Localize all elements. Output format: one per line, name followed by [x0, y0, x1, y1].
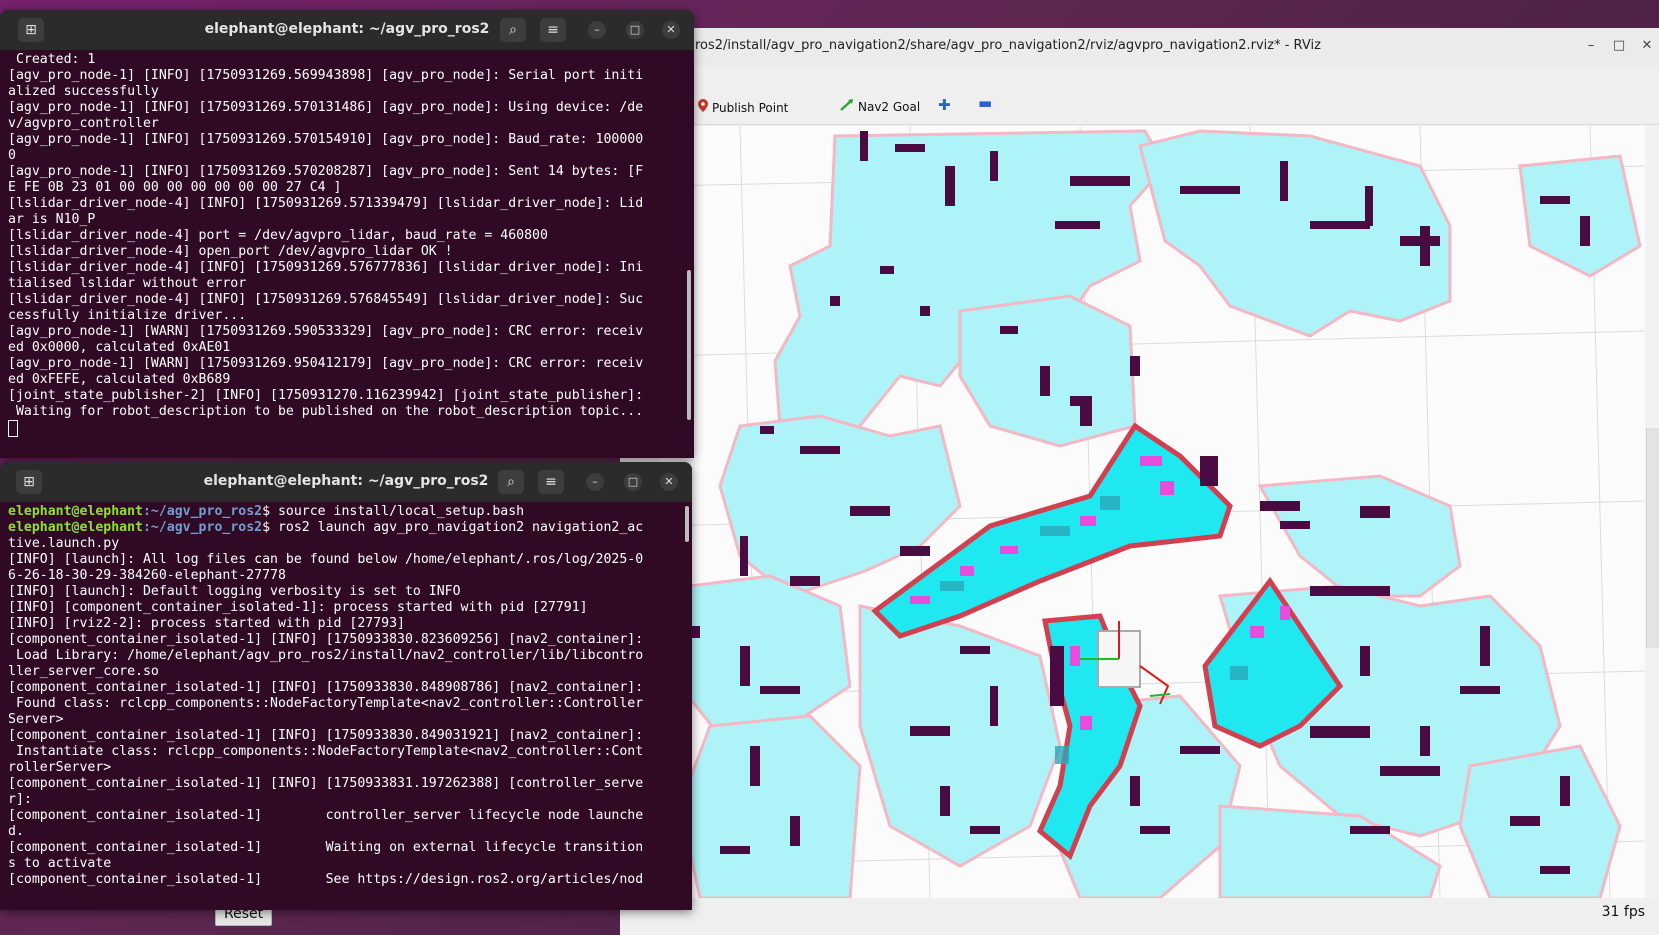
- nav2-goal-tool[interactable]: Nav2 Goal: [840, 99, 920, 114]
- terminal-line: ar is N10_P: [8, 212, 96, 227]
- terminal-line: [agv_pro_node-1] [INFO] [1750931269.5699…: [8, 68, 644, 83]
- terminal-line: tialised lslidar without error: [8, 276, 247, 291]
- terminal-top-output[interactable]: Created: 1 [agv_pro_node-1] [INFO] [17509…: [8, 52, 680, 458]
- rviz-toolbar: ate Publish Point Nav2 Goal ✚ ▬: [620, 90, 1659, 125]
- terminal-line: [agv_pro_node-1] [INFO] [1750931269.5701…: [8, 100, 644, 115]
- rviz-3d-viewport[interactable]: [660, 126, 1645, 898]
- hamburger-menu-icon[interactable]: ≡: [538, 470, 564, 494]
- terminal-line: Server>: [8, 712, 64, 727]
- terminal-line: rollerServer>: [8, 760, 112, 775]
- map-pin-icon: [698, 99, 708, 115]
- terminal-line: [agv_pro_node-1] [INFO] [1750931269.5701…: [8, 132, 644, 147]
- terminal-line: Load Library: /home/elephant/agv_pro_ros…: [8, 648, 644, 663]
- terminal-line: [lslidar_driver_node-4] [INFO] [17509312…: [8, 292, 644, 307]
- terminal-line: [component_container_isolated-1] Waiting…: [8, 840, 644, 855]
- hamburger-menu-icon[interactable]: ≡: [540, 18, 566, 42]
- terminal-line: 6-26-18-30-29-384260-elephant-27778: [8, 568, 286, 583]
- terminal-line: tive.launch.py: [8, 536, 120, 551]
- rviz-window-title: ros2/install/agv_pro_navigation2/share/a…: [695, 38, 1321, 53]
- terminal-line: [agv_pro_node-1] [INFO] [1750931269.5702…: [8, 164, 644, 179]
- terminal-line: [component_container_isolated-1] See htt…: [8, 872, 644, 887]
- minimize-icon[interactable]: –: [1583, 38, 1599, 53]
- rviz-window: ros2/install/agv_pro_navigation2/share/a…: [215, 28, 1659, 935]
- command-text: $ ros2 launch agv_pro_navigation2 naviga…: [262, 520, 644, 535]
- terminal-line: Found class: rclcpp_components::NodeFact…: [8, 696, 644, 711]
- terminal-line: [component_container_isolated-1] [INFO] …: [8, 728, 644, 743]
- terminal-cursor-line: [8, 420, 680, 439]
- terminal-line: [component_container_isolated-1] [INFO] …: [8, 776, 644, 791]
- terminal-bottom-scrollbar[interactable]: [685, 506, 689, 542]
- rviz-menubar: [620, 66, 1659, 90]
- fps-readout: 31 fps: [1601, 904, 1645, 920]
- publish-point-label: Publish Point: [712, 101, 789, 115]
- terminal-line: [component_container_isolated-1] [INFO] …: [8, 632, 644, 647]
- prompt-path: :~/agv_pro_ros2: [142, 504, 263, 519]
- rviz-titlebar[interactable]: ros2/install/agv_pro_navigation2/share/a…: [620, 28, 1659, 67]
- green-arrow-icon: [840, 99, 854, 114]
- maximize-icon[interactable]: □: [1611, 38, 1627, 53]
- side-panel-handle[interactable]: [1646, 428, 1659, 648]
- prompt-path: :~/agv_pro_ros2: [142, 520, 263, 535]
- terminal-bottom-log: tive.launch.py [INFO] [launch]: All log f…: [8, 536, 678, 888]
- command-text: $ source install/local_setup.bash: [262, 504, 525, 519]
- search-icon[interactable]: ⌕: [500, 18, 526, 42]
- terminal-top[interactable]: ⊞ elephant@elephant: ~/agv_pro_ros2 ⌕ ≡ …: [0, 10, 694, 458]
- terminal-line: 0: [8, 148, 16, 163]
- terminal-bottom-output[interactable]: elephant@elephant:~/agv_pro_ros2$ source…: [8, 504, 678, 910]
- maximize-icon[interactable]: □: [624, 473, 642, 491]
- terminal-bottom[interactable]: ⊞ elephant@elephant: ~/agv_pro_ros2 ⌕ ≡ …: [0, 462, 692, 910]
- publish-point-tool[interactable]: Publish Point: [698, 99, 788, 115]
- terminal-line: [lslidar_driver_node-4] [INFO] [17509312…: [8, 260, 644, 275]
- terminal-line: [agv_pro_node-1] [WARN] [1750931269.9504…: [8, 356, 644, 371]
- minus-icon[interactable]: ▬: [978, 94, 992, 112]
- terminal-line: cessfully initialize driver...: [8, 308, 247, 323]
- terminal-line: [agv_pro_node-1] [WARN] [1750931269.5905…: [8, 324, 644, 339]
- terminal-line: [INFO] [launch]: All log files can be fo…: [8, 552, 644, 567]
- nav2-goal-label: Nav2 Goal: [858, 100, 921, 114]
- terminal-line: [lslidar_driver_node-4] port = /dev/agvp…: [8, 228, 548, 243]
- prompt-line-2: elephant@elephant:~/agv_pro_ros2$ ros2 l…: [8, 520, 678, 536]
- maximize-icon[interactable]: □: [626, 21, 644, 39]
- text-cursor: [8, 420, 18, 437]
- terminal-line: v/agvpro_controller: [8, 116, 159, 131]
- terminal-line: ed 0xFEFE, calculated 0xB689: [8, 372, 231, 387]
- close-icon[interactable]: ✕: [660, 473, 678, 491]
- search-icon[interactable]: ⌕: [498, 470, 524, 494]
- terminal-top-scrollbar[interactable]: [687, 270, 691, 420]
- terminal-line: [INFO] [component_container_isolated-1]:…: [8, 600, 588, 615]
- minimize-icon[interactable]: –: [586, 473, 604, 491]
- terminal-top-titlebar[interactable]: ⊞ elephant@elephant: ~/agv_pro_ros2 ⌕ ≡ …: [0, 10, 694, 50]
- terminal-line: s to activate: [8, 856, 112, 871]
- terminal-bottom-titlebar[interactable]: ⊞ elephant@elephant: ~/agv_pro_ros2 ⌕ ≡ …: [0, 462, 692, 502]
- terminal-line: [component_container_isolated-1] control…: [8, 808, 644, 823]
- terminal-line: Instantiate class: rclcpp_components::No…: [8, 744, 644, 759]
- plus-icon[interactable]: ✚: [938, 96, 951, 114]
- terminal-line: ed 0x0000, calculated 0xAE01: [8, 340, 231, 355]
- prompt-user: elephant@elephant: [8, 520, 143, 535]
- terminal-line: r]:: [8, 792, 32, 807]
- terminal-line: [lslidar_driver_node-4] open_port /dev/a…: [8, 244, 453, 259]
- costmap-render: [660, 126, 1645, 898]
- close-icon[interactable]: ✕: [1639, 38, 1655, 53]
- terminal-line: ller_server_core.so: [8, 664, 159, 679]
- terminal-line: [INFO] [launch]: Default logging verbosi…: [8, 584, 461, 599]
- prompt-line-1: elephant@elephant:~/agv_pro_ros2$ source…: [8, 504, 678, 520]
- terminal-line: Created: 1: [8, 52, 96, 67]
- terminal-line: E FE 0B 23 01 00 00 00 00 00 00 00 27 C4…: [8, 180, 342, 195]
- terminal-line: d.: [8, 824, 24, 839]
- prompt-user: elephant@elephant: [8, 504, 143, 519]
- terminal-line: [lslidar_driver_node-4] [INFO] [17509312…: [8, 196, 644, 211]
- close-icon[interactable]: ✕: [662, 21, 680, 39]
- terminal-line: [component_container_isolated-1] [INFO] …: [8, 680, 644, 695]
- terminal-line: [joint_state_publisher-2] [INFO] [175093…: [8, 388, 644, 403]
- terminal-line: Waiting for robot_description to be publ…: [8, 404, 644, 419]
- terminal-line: [INFO] [rviz2-2]: process started with p…: [8, 616, 405, 631]
- minimize-icon[interactable]: –: [588, 21, 606, 39]
- rviz-statusbar: Reset 31 fps: [215, 898, 1659, 935]
- terminal-line: alized successfully: [8, 84, 159, 99]
